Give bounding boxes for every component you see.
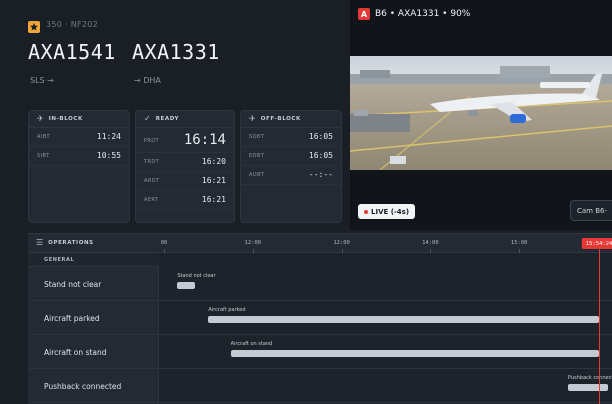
ready-card-header: ✓ READY [136,111,234,128]
off-block-card-header: ✈ OFF-BLOCK [241,111,341,128]
time-value: 16:05 [308,132,333,141]
card-row: TRDT 16:20 [136,153,234,172]
departure-flight-number: AXA1331 [132,40,220,64]
timeline-tick-mark [519,249,521,253]
operation-bar[interactable] [208,316,600,323]
ready-card-title: READY [155,116,180,122]
camera-feed-image [350,56,612,170]
time-value: 16:14 [183,132,226,148]
operation-bar[interactable] [568,384,608,391]
timeline-tick-mark [252,249,254,253]
time-label: AERT [144,197,159,203]
card-row: PRDT 16:14 [136,128,234,153]
timeline-tick-label: 12:00 [244,240,262,246]
time-label: AIBT [37,134,50,140]
operation-bar-label: Pushback connected [568,375,612,381]
in-block-card-header: ✈ IN-BLOCK [29,111,129,128]
operation-label: Pushback connected [44,382,122,391]
time-value: 16:21 [201,195,226,204]
timeline-tick-label: 15:00 [510,240,528,246]
airline-logo-icon: A [358,8,370,20]
time-label: SIBT [37,153,50,159]
timeline-tick-label: 14:00 [422,240,439,246]
card-row: ARDT 16:21 [136,172,234,191]
time-label: ARDT [144,178,160,184]
aircraft-status-text: 350 · NF202 [46,19,99,29]
check-circle-icon: ✓ [144,114,151,123]
time-label: PRDT [144,138,159,144]
operation-label: Aircraft on stand [44,348,107,357]
camera-title: B6 • AXA1331 • 90% [375,9,471,19]
time-label: TRDT [144,159,160,165]
time-value: 10:55 [96,151,121,160]
operation-bar-label: Aircraft on stand [230,341,273,347]
time-value: --:-- [308,170,333,179]
card-row: AOBT --:-- [241,166,341,185]
time-label: SOBT [249,134,265,140]
in-block-card: ✈ IN-BLOCK AIBT 11:24 SIBT 10:55 [28,110,130,223]
timeline-tick-label: 12:00 [333,240,350,246]
current-time-line [599,249,601,404]
timeline-tick-mark [164,249,165,253]
operation-label: Aircraft parked [44,314,100,323]
time-value: 16:05 [308,151,333,160]
arrival-flight-number: AXA1541 [28,40,116,64]
flight-header: 350 · NF202 AXA1541 AXA1331 SLS → → DHA [8,6,350,106]
operation-bar-label: Stand not clear [177,273,216,279]
operations-timeline: ☰ OPERATIONS 00 12:00 12:00 14:00 15:00 15:54… [28,233,612,404]
time-value: 16:20 [201,157,226,166]
card-row: EOBT 16:05 [241,147,341,166]
group-header-general[interactable]: GENERAL [28,253,159,267]
time-label: EOBT [249,153,265,159]
time-value: 11:24 [96,132,121,141]
airplane-takeoff-icon: ✈ [249,114,256,123]
camera-tab[interactable]: Cam B6- [570,200,612,221]
off-block-card: ✈ OFF-BLOCK SOBT 16:05 EOBT 16:05 AOBT -… [240,110,342,223]
star-icon[interactable] [28,18,40,33]
group-header-label: GENERAL [44,257,75,263]
timeline-tick-mark [430,249,432,253]
operation-row[interactable]: Aircraft parked Aircraft parked [28,301,612,335]
operation-row[interactable]: Stand not clear Stand not clear [28,267,612,301]
card-row: AIBT 11:24 [29,128,129,147]
live-badge[interactable]: LIVE (-4s) [358,204,416,219]
operation-bar-label: Aircraft parked [208,307,246,313]
time-label: AOBT [249,172,265,178]
status-row: 350 · NF202 [28,18,99,33]
card-row: SIBT 10:55 [29,147,129,166]
off-block-card-title: OFF-BLOCK [260,116,301,122]
operations-header: ☰ OPERATIONS 00 12:00 12:00 14:00 15:00 15:54… [28,234,612,253]
operation-bar[interactable] [230,350,600,357]
operation-row[interactable]: Aircraft on stand Aircraft on stand [28,335,612,369]
arrival-route: SLS → [30,76,54,85]
timeline-tick-mark [341,249,343,253]
operation-label: Stand not clear [44,280,102,289]
list-icon: ☰ [36,238,44,247]
time-value: 16:21 [201,176,226,185]
timeline-tick-label: 00 [160,240,168,246]
operations-title-wrap: ☰ OPERATIONS [36,239,94,247]
live-badge-text: LIVE (-4s) [371,207,410,216]
ready-card: ✓ READY PRDT 16:14 TRDT 16:20 ARDT 16:21… [135,110,235,223]
camera-tab-label: Cam B6- [577,206,608,215]
in-block-card-title: IN-BLOCK [48,116,83,122]
operation-bar[interactable] [177,282,196,289]
live-dot-icon [364,209,368,214]
departure-route: → DHA [134,76,161,85]
camera-feed[interactable] [350,56,612,170]
camera-panel: A B6 • AXA1331 • 90% LIVE (-4s) Cam B6- [350,0,612,230]
operation-row[interactable]: Pushback connected Pushback connected [28,369,612,403]
current-time-label: 15:54:24 [581,238,612,249]
card-row: AERT 16:21 [136,191,234,210]
camera-title-row: A B6 • AXA1331 • 90% [358,8,470,20]
airplane-landing-icon: ✈ [37,114,44,123]
operations-title: OPERATIONS [48,240,94,246]
card-row: SOBT 16:05 [241,128,341,147]
